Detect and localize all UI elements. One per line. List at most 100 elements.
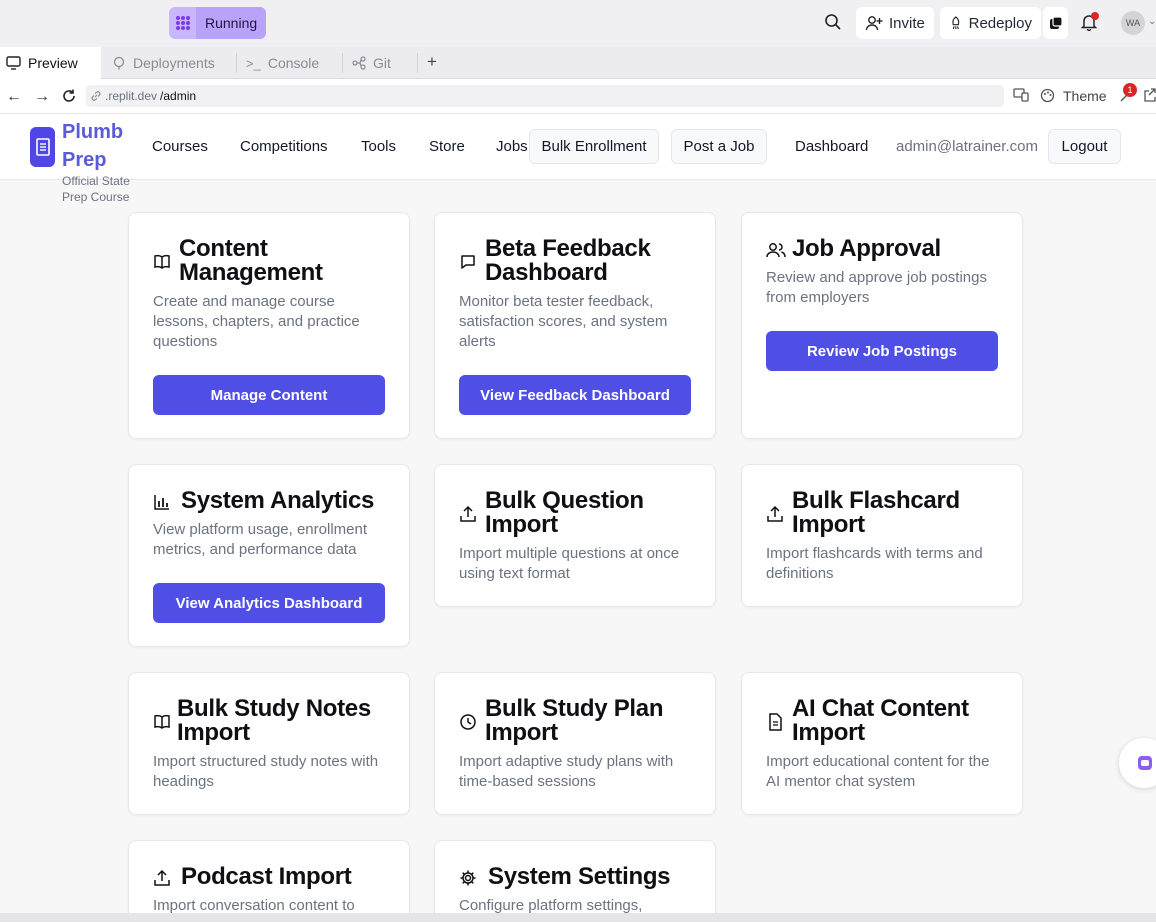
upload-icon bbox=[154, 869, 170, 886]
monitor-icon bbox=[6, 56, 21, 70]
card-title: Content Management bbox=[179, 235, 323, 286]
logout-button[interactable]: Logout bbox=[1048, 129, 1121, 164]
invite-button[interactable]: Invite bbox=[856, 7, 934, 39]
address-bar: ← → .replit.dev/admin Theme bbox=[0, 79, 1156, 114]
nav-jobs[interactable]: Jobs bbox=[496, 138, 528, 155]
card-description: Import multiple questions at once using … bbox=[459, 545, 680, 582]
view-feedback-dashboard-button[interactable]: View Feedback Dashboard bbox=[459, 375, 691, 415]
floating-assistant-button[interactable] bbox=[1119, 738, 1156, 788]
card-title: Beta Feedback Dashboard bbox=[485, 235, 651, 286]
card-description: Import educational content for the AI me… bbox=[766, 753, 990, 790]
tab-label: Git bbox=[373, 55, 391, 71]
card-description: View platform usage, enrollment metrics,… bbox=[153, 521, 367, 558]
brand-tagline: Official State Prep Course bbox=[62, 174, 130, 204]
upload-icon bbox=[460, 505, 476, 522]
card-bulk-study-notes-import: Bulk Study Notes Import Import structure… bbox=[128, 672, 410, 815]
card-title: Bulk Question Import bbox=[485, 487, 644, 538]
card-title: Bulk Flashcard Import bbox=[792, 487, 960, 538]
card-bulk-study-plan-import: Bulk Study Plan Import Import adaptive s… bbox=[434, 672, 716, 815]
tab-divider bbox=[236, 53, 237, 73]
invite-label: Invite bbox=[889, 14, 925, 32]
card-description: Monitor beta tester feedback, satisfacti… bbox=[459, 293, 668, 350]
grid-icon bbox=[169, 7, 196, 39]
avatar[interactable]: WA bbox=[1121, 11, 1145, 35]
card-title: Bulk Study Plan Import bbox=[485, 695, 664, 746]
book-icon bbox=[154, 714, 170, 729]
card-title: Job Approval bbox=[792, 235, 941, 262]
card-description: Review and approve job postings from emp… bbox=[766, 269, 987, 306]
post-job-button[interactable]: Post a Job bbox=[671, 129, 767, 164]
brand-name[interactable]: Plumb Prep bbox=[62, 118, 142, 174]
redeploy-label: Redeploy bbox=[968, 14, 1032, 32]
tab-console[interactable]: >_ Console bbox=[240, 47, 340, 79]
upload-icon bbox=[767, 505, 783, 522]
nav-competitions[interactable]: Competitions bbox=[240, 138, 328, 155]
url-field[interactable]: .replit.dev/admin bbox=[86, 85, 1004, 107]
card-job-approval: Job Approval Review and approve job post… bbox=[741, 212, 1023, 439]
book-icon bbox=[154, 254, 170, 269]
nav-courses[interactable]: Courses bbox=[152, 138, 208, 155]
redeploy-button[interactable]: Redeploy bbox=[940, 7, 1041, 39]
tab-label: Deployments bbox=[133, 55, 215, 71]
view-analytics-dashboard-button[interactable]: View Analytics Dashboard bbox=[153, 583, 385, 623]
tab-label: Preview bbox=[28, 55, 78, 71]
card-description: Import flashcards with terms and definit… bbox=[766, 545, 983, 582]
bottom-scrollbar[interactable] bbox=[0, 913, 1156, 922]
bulk-enrollment-button[interactable]: Bulk Enrollment bbox=[529, 129, 659, 164]
external-link-icon[interactable] bbox=[1144, 88, 1156, 105]
tab-deployments[interactable]: Deployments bbox=[106, 47, 234, 79]
manage-content-button[interactable]: Manage Content bbox=[153, 375, 385, 415]
card-system-settings: System Settings Configure platform setti… bbox=[434, 840, 716, 922]
card-content-management: Content Management Create and manage cou… bbox=[128, 212, 410, 439]
tab-label: Console bbox=[267, 55, 320, 71]
notification-dot bbox=[1091, 12, 1099, 20]
nav-dashboard[interactable]: Dashboard bbox=[795, 138, 868, 155]
chevron-down-icon[interactable]: ⌄ bbox=[1148, 16, 1156, 27]
card-beta-feedback: Beta Feedback Dashboard Monitor beta tes… bbox=[434, 212, 716, 439]
palette-icon[interactable] bbox=[1040, 88, 1055, 106]
link-icon bbox=[91, 91, 101, 101]
copy-icon[interactable] bbox=[1043, 7, 1068, 39]
tab-git[interactable]: Git bbox=[346, 47, 416, 79]
review-job-postings-button[interactable]: Review Job Postings bbox=[766, 331, 998, 371]
run-status-button[interactable]: Running bbox=[169, 7, 267, 39]
brand-line-2: Prep bbox=[62, 149, 107, 171]
add-tab-icon[interactable]: + bbox=[427, 52, 437, 72]
reload-icon[interactable] bbox=[61, 88, 77, 109]
nav-store[interactable]: Store bbox=[429, 138, 465, 155]
brand-line-1: Plumb bbox=[62, 121, 124, 143]
card-ai-chat-content-import: AI Chat Content Import Import educationa… bbox=[741, 672, 1023, 815]
card-title: System Settings bbox=[488, 863, 671, 890]
card-bulk-question-import: Bulk Question Import Import multiple que… bbox=[434, 464, 716, 607]
notification-badge: 1 bbox=[1123, 83, 1137, 97]
assistant-icon bbox=[1138, 756, 1152, 770]
nav-tools[interactable]: Tools bbox=[361, 138, 396, 155]
logo-icon[interactable] bbox=[30, 127, 55, 167]
workspace-tabs: Preview Deployments >_ Console Git + bbox=[0, 47, 1156, 79]
card-description: Import adaptive study plans with time-ba… bbox=[459, 753, 674, 790]
rocket-icon bbox=[952, 16, 960, 30]
tab-divider bbox=[417, 53, 418, 73]
devtools-icon[interactable] bbox=[1013, 88, 1029, 105]
add-user-icon bbox=[865, 16, 883, 31]
users-icon bbox=[766, 243, 786, 258]
tab-divider bbox=[342, 53, 343, 73]
run-status-label: Running bbox=[196, 7, 267, 39]
card-description: Create and manage course lessons, chapte… bbox=[153, 293, 360, 350]
card-system-analytics: System Analytics View platform usage, en… bbox=[128, 464, 410, 647]
card-title: Podcast Import bbox=[181, 863, 352, 890]
bar-chart-icon bbox=[154, 495, 169, 510]
search-icon[interactable] bbox=[824, 13, 844, 33]
forward-arrow-icon[interactable]: → bbox=[34, 88, 50, 106]
message-icon bbox=[461, 255, 475, 269]
url-path: /admin bbox=[160, 89, 197, 103]
card-title: AI Chat Content Import bbox=[792, 695, 969, 746]
back-arrow-icon[interactable]: ← bbox=[6, 88, 22, 106]
card-podcast-import: Podcast Import Import conversation conte… bbox=[128, 840, 410, 922]
deploy-icon bbox=[113, 56, 125, 70]
tab-preview[interactable]: Preview bbox=[0, 47, 101, 79]
theme-label[interactable]: Theme bbox=[1063, 88, 1107, 104]
terminal-icon: >_ bbox=[246, 55, 261, 71]
card-title: System Analytics bbox=[181, 487, 375, 514]
gear-icon bbox=[460, 870, 476, 886]
